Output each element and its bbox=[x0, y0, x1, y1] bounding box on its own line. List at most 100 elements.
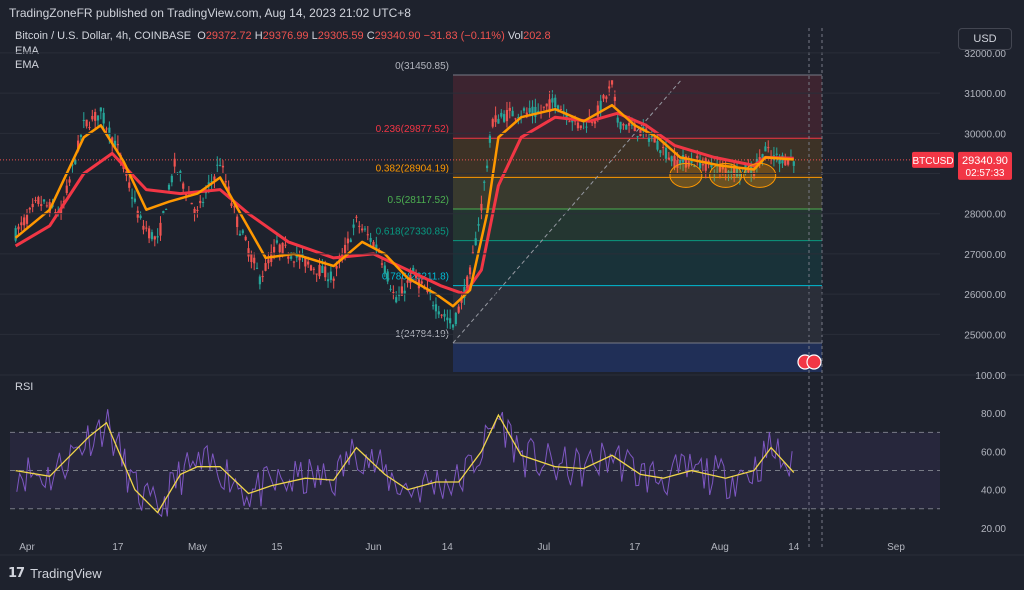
fib-zone bbox=[453, 285, 822, 343]
candle-body bbox=[190, 202, 193, 205]
price-series bbox=[0, 80, 940, 331]
candle-body bbox=[184, 194, 188, 196]
price-tag-value: 29340.90 bbox=[962, 155, 1008, 167]
candle-body bbox=[701, 164, 705, 166]
candle-body bbox=[25, 215, 29, 224]
candle-body bbox=[636, 136, 639, 138]
candle-body bbox=[96, 115, 100, 121]
candle-body bbox=[554, 97, 557, 108]
annotations[interactable] bbox=[669, 28, 823, 548]
candle-body bbox=[71, 164, 74, 166]
candle-body bbox=[378, 251, 381, 253]
candle-body bbox=[57, 211, 60, 215]
time-tick-label: May bbox=[188, 542, 207, 553]
candle-body bbox=[676, 160, 679, 168]
candle-body bbox=[369, 237, 372, 242]
candle-body bbox=[275, 240, 279, 243]
candle-body bbox=[667, 157, 670, 160]
ema-lines bbox=[14, 103, 794, 308]
fibonacci-retracement[interactable]: 0(31450.85) 0.236(29877.52) 0.382(28904.19… bbox=[376, 61, 822, 372]
candle-body bbox=[412, 267, 415, 273]
candle-body bbox=[471, 252, 474, 255]
fib-zone bbox=[453, 177, 822, 209]
candle-body bbox=[625, 124, 628, 130]
fib-level-label: 0.5(28117.52) bbox=[387, 195, 449, 206]
candle-body bbox=[338, 259, 341, 261]
candle-body bbox=[511, 110, 514, 117]
candle-body bbox=[380, 263, 384, 265]
candle-body bbox=[221, 165, 225, 168]
candle-body bbox=[352, 224, 355, 228]
candle-body bbox=[304, 257, 307, 267]
candle-body bbox=[673, 155, 676, 169]
candle-body bbox=[358, 225, 361, 227]
candle-body bbox=[775, 153, 778, 155]
fib-zone bbox=[453, 209, 822, 241]
candle-body bbox=[704, 158, 707, 171]
open-label: O bbox=[197, 30, 206, 42]
candle-body bbox=[361, 228, 364, 231]
price-tick-label: 30000.00 bbox=[964, 129, 1006, 140]
candle-body bbox=[772, 155, 776, 161]
candle-body bbox=[733, 166, 736, 175]
candle-body bbox=[366, 234, 369, 236]
candle-body bbox=[272, 246, 276, 253]
candle-body bbox=[307, 261, 310, 265]
candle-body bbox=[375, 244, 378, 249]
candle-body bbox=[392, 291, 395, 293]
candle-body bbox=[517, 117, 520, 119]
ema-fast-legend[interactable]: EMA bbox=[15, 45, 39, 57]
candle-body bbox=[122, 162, 125, 169]
ema-slow-legend[interactable]: EMA bbox=[15, 59, 39, 71]
candle-body bbox=[531, 106, 534, 116]
time-axis[interactable]: Apr 17 May 15 Jun 14 Jul 17 Aug 14 Sep bbox=[0, 542, 1024, 556]
candle-body bbox=[522, 108, 526, 111]
price-tick-label: 28000.00 bbox=[964, 210, 1006, 221]
candle-body bbox=[616, 117, 619, 123]
candle-body bbox=[707, 160, 710, 164]
candle-body bbox=[434, 304, 438, 312]
candle-body bbox=[446, 317, 449, 321]
price-tag-countdown: 02:57:33 bbox=[966, 168, 1005, 179]
candle-body bbox=[463, 287, 466, 299]
candle-body bbox=[85, 119, 88, 127]
candle-body bbox=[659, 150, 662, 154]
candle-body bbox=[403, 290, 406, 294]
candle-body bbox=[440, 314, 443, 316]
price-axis[interactable]: 25000.00 26000.00 27000.00 28000.00 29000.00… bbox=[0, 49, 1012, 341]
candle-body bbox=[406, 280, 409, 283]
candle-body bbox=[633, 123, 636, 132]
candle-body bbox=[346, 238, 350, 244]
rsi-tick-label: 80.00 bbox=[981, 409, 1006, 420]
rsi-legend[interactable]: RSI bbox=[15, 381, 33, 393]
candle-body bbox=[324, 266, 327, 278]
candle-body bbox=[258, 276, 261, 285]
candle-body bbox=[335, 265, 338, 269]
candle-body bbox=[201, 201, 205, 203]
candle-body bbox=[491, 119, 494, 127]
candle-body bbox=[312, 268, 315, 270]
candle-body bbox=[238, 233, 242, 236]
symbol-legend[interactable]: Bitcoin / U.S. Dollar, 4h, COINBASE O293… bbox=[15, 30, 551, 42]
candle-body bbox=[389, 288, 392, 290]
candle-body bbox=[508, 107, 511, 111]
candle-body bbox=[395, 297, 398, 303]
tradingview-logo-icon: 17 bbox=[8, 566, 25, 581]
candle-body bbox=[693, 165, 696, 167]
candle-body bbox=[68, 179, 71, 183]
tradingview-brand[interactable]: 17 TradingView bbox=[8, 566, 102, 581]
candle-body bbox=[423, 288, 426, 290]
high-value: 29376.99 bbox=[262, 30, 309, 42]
volume-label: Vol bbox=[507, 30, 524, 42]
candle-body bbox=[460, 296, 463, 303]
candle-body bbox=[40, 204, 43, 206]
rsi-band-fill bbox=[10, 432, 940, 509]
price-chart[interactable]: 0(31450.85) 0.236(29877.52) 0.382(28904.19… bbox=[0, 0, 1024, 590]
candle-body bbox=[784, 159, 787, 166]
candle-body bbox=[255, 267, 259, 269]
candle-body bbox=[244, 236, 247, 241]
candle-body bbox=[37, 197, 40, 204]
currency-button[interactable]: USD bbox=[958, 28, 1012, 50]
rsi-tick-label: 40.00 bbox=[981, 486, 1006, 497]
rsi-pane[interactable]: 20.00 40.00 60.00 80.00 100.00 bbox=[0, 371, 1024, 535]
